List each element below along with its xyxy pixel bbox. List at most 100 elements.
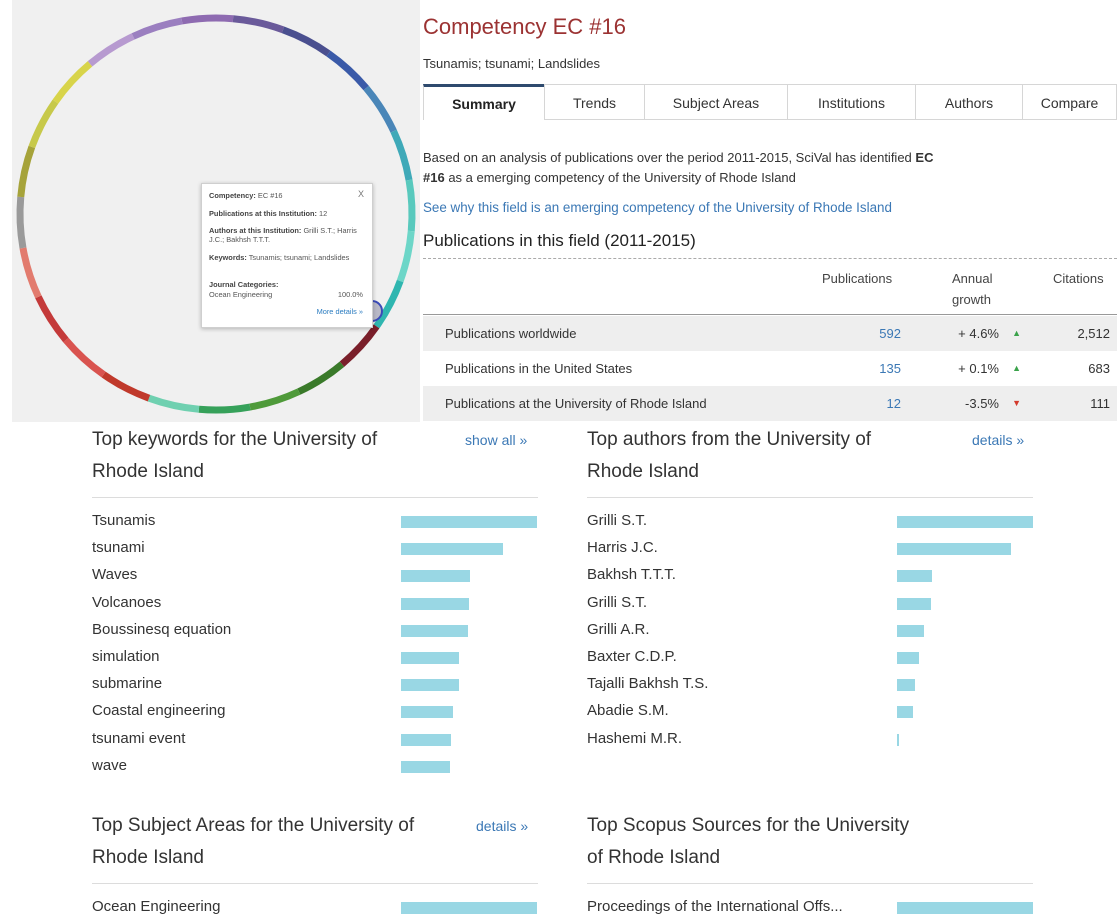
growth-up-icon: ▲ (1012, 363, 1021, 373)
author-label[interactable]: Grilli S.T. (587, 594, 647, 611)
wheel-segment[interactable] (87, 33, 135, 67)
wheel-segment[interactable] (52, 61, 93, 104)
popup-pubs-value: 12 (319, 209, 328, 218)
author-bar (897, 706, 913, 719)
page-title: Competency EC #16 (423, 14, 626, 39)
row-growth: + 4.6% (958, 326, 999, 341)
keyword-label[interactable]: simulation (92, 648, 160, 665)
competency-keywords: Tsunamis; tsunami; Landslides (423, 56, 601, 71)
growth-down-icon: ▼ (1012, 398, 1021, 408)
wheel-segment[interactable] (390, 129, 413, 181)
wheel-segment[interactable] (339, 324, 380, 367)
wheel-segment[interactable] (101, 371, 151, 402)
wheel-segment[interactable] (63, 337, 106, 378)
description-text-2: as a emerging competency of the Universi… (444, 170, 796, 185)
description-text-1: Based on an analysis of publications ove… (423, 150, 916, 165)
subject-areas-section-title: Top Subject Areas for the University of … (92, 810, 414, 874)
keyword-label[interactable]: wave (92, 757, 127, 774)
heading-divider (423, 258, 1117, 259)
keywords-title-line-2: Rhode Island (92, 461, 204, 482)
tab-subject-areas[interactable]: Subject Areas (644, 84, 788, 120)
author-label[interactable]: Harris J.C. (587, 539, 658, 556)
popup-competency-value: EC #16 (257, 191, 283, 200)
col-header-annual-growth: Annual growth (952, 271, 993, 307)
author-bar (897, 516, 1033, 528)
keywords-show-all-link[interactable]: show all » (465, 432, 527, 448)
popup-journal-name: Ocean Engineering (209, 290, 273, 299)
competency-wheel-panel: Competency: EC #16 X Publications at thi… (12, 0, 420, 422)
author-label[interactable]: Bakhsh T.T.T. (587, 566, 676, 583)
wheel-segment[interactable] (249, 388, 301, 411)
growth-up-icon: ▲ (1012, 328, 1021, 338)
popup-more-details-link[interactable]: More details » (317, 307, 363, 316)
tab-institutions[interactable]: Institutions (787, 84, 916, 120)
wheel-segment[interactable] (281, 26, 331, 57)
popup-keywords-value: Tsunamis; tsunami; Landslides (248, 253, 350, 262)
author-bar (897, 733, 899, 746)
row-publications-link[interactable]: 592 (879, 316, 901, 351)
row-growth: -3.5% (965, 396, 999, 411)
wheel-segment[interactable] (147, 394, 200, 413)
wheel-segment[interactable] (232, 15, 285, 34)
row-citations: 683 (1088, 361, 1110, 376)
author-bar (897, 624, 924, 637)
wheel-segment[interactable] (16, 196, 27, 249)
wheel-segment[interactable] (198, 403, 251, 414)
row-citations: 2,512 (1077, 326, 1110, 341)
wheel-segment[interactable] (35, 295, 69, 343)
keyword-label[interactable]: tsunami (92, 539, 145, 556)
tab-authors[interactable]: Authors (915, 84, 1023, 120)
wheel-segment[interactable] (297, 361, 345, 395)
table-row: Publications in the United States 135 + … (423, 351, 1117, 386)
tab-summary[interactable]: Summary (423, 84, 545, 120)
popup-journal-label: Journal Categories: (209, 280, 279, 289)
author-label[interactable]: Hashemi M.R. (587, 730, 682, 747)
keyword-label[interactable]: Volcanoes (92, 594, 161, 611)
wheel-segment[interactable] (396, 230, 415, 283)
wheel-segment[interactable] (405, 179, 416, 232)
source-label[interactable]: Proceedings of the International Offs... (587, 898, 843, 915)
row-label: Publications at the University of Rhode … (445, 396, 707, 411)
wheel-segment[interactable] (181, 14, 234, 25)
tab-bar: Summary Trends Subject Areas Institution… (423, 84, 1117, 121)
sources-title-line-1: Top Scopus Sources for the University (587, 815, 910, 836)
publications-heading: Publications in this field (2011-2015) (423, 231, 696, 250)
tab-trends[interactable]: Trends (544, 84, 645, 120)
author-label[interactable]: Tajalli Bakhsh T.S. (587, 675, 708, 692)
keyword-label[interactable]: Tsunamis (92, 512, 155, 529)
authors-section-title: Top authors from the University of Rhode… (587, 424, 871, 488)
row-publications-link[interactable]: 12 (887, 386, 901, 421)
keywords-title-line-1: Top keywords for the University of (92, 429, 378, 450)
tab-compare[interactable]: Compare (1022, 84, 1117, 120)
author-bar (897, 679, 915, 692)
popup-close-button[interactable]: X (358, 189, 364, 199)
author-label[interactable]: Baxter C.D.P. (587, 648, 677, 665)
author-label[interactable]: Grilli S.T. (587, 512, 647, 529)
row-growth: + 0.1% (958, 361, 999, 376)
author-label[interactable]: Abadie S.M. (587, 702, 669, 719)
row-citations: 111 (1090, 396, 1110, 411)
keyword-bar (401, 543, 503, 556)
wheel-segment[interactable] (28, 99, 59, 149)
subject-areas-details-link[interactable]: details » (476, 818, 528, 834)
author-label[interactable]: Grilli A.R. (587, 621, 650, 638)
author-bar (897, 597, 931, 610)
subject-area-label[interactable]: Ocean Engineering (92, 898, 220, 915)
wheel-segment[interactable] (19, 247, 42, 299)
wheel-segment[interactable] (17, 145, 36, 198)
keyword-label[interactable]: Boussinesq equation (92, 621, 231, 638)
sources-title-line-2: of Rhode Island (587, 847, 721, 868)
wheel-segment[interactable] (131, 17, 183, 40)
row-publications-link[interactable]: 135 (879, 351, 901, 386)
keyword-label[interactable]: tsunami event (92, 730, 185, 747)
keyword-label[interactable]: Waves (92, 566, 137, 583)
authors-details-link[interactable]: details » (972, 432, 1024, 448)
keyword-label[interactable]: submarine (92, 675, 162, 692)
keyword-label[interactable]: Coastal engineering (92, 702, 225, 719)
author-bar (897, 570, 932, 583)
why-emerging-link[interactable]: See why this field is an emerging compet… (423, 200, 892, 215)
wheel-segment[interactable] (326, 50, 369, 91)
keywords-section-title: Top keywords for the University of Rhode… (92, 424, 377, 488)
wheel-segment[interactable] (363, 85, 397, 133)
keyword-bar (401, 652, 459, 664)
